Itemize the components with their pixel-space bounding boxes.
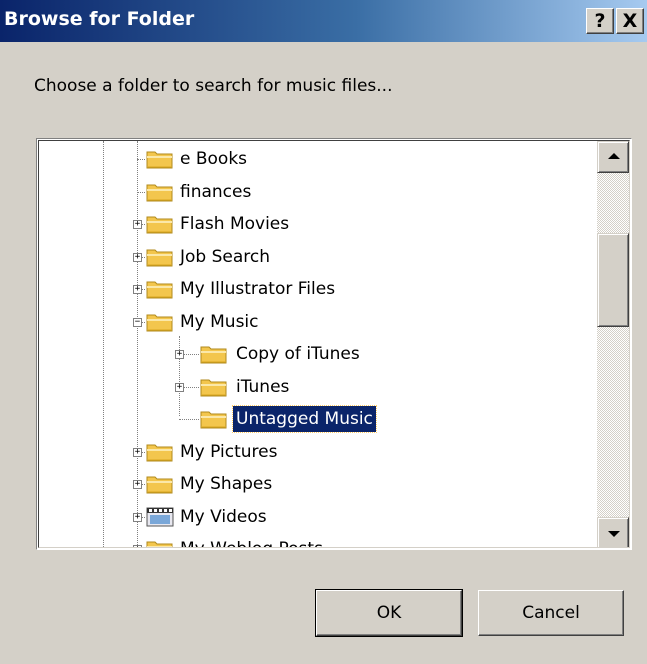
folder-icon (145, 148, 175, 170)
expand-icon[interactable]: + (133, 545, 142, 547)
folder-icon (145, 213, 175, 235)
cancel-button[interactable]: Cancel (478, 590, 624, 636)
expand-icon[interactable]: + (175, 382, 184, 392)
folder-tree[interactable]: e Books finances + Flash Movies + Job Search +… (36, 138, 632, 550)
tree-item-label[interactable]: My Shapes (177, 471, 275, 497)
scroll-down-button[interactable] (597, 517, 629, 547)
folder-icon (145, 538, 175, 547)
folder-icon (145, 473, 175, 495)
tree-guide-line (179, 336, 180, 416)
window-title: Browse for Folder (4, 8, 195, 30)
tree-items: e Books finances + Flash Movies + Job Search +… (39, 141, 589, 547)
expand-icon[interactable]: + (133, 512, 142, 522)
down-arrow-icon (608, 531, 620, 537)
expand-icon[interactable]: + (133, 480, 142, 489)
close-button[interactable]: X (616, 8, 644, 34)
tree-item-label[interactable]: e Books (177, 146, 250, 172)
tree-item-label[interactable]: My Illustrator Files (177, 276, 338, 302)
folder-icon (145, 181, 175, 203)
tree-connector-line (179, 419, 199, 420)
tree-item-label[interactable]: Job Search (177, 244, 273, 270)
vertical-scrollbar[interactable] (597, 141, 629, 547)
expand-icon[interactable]: + (133, 252, 142, 262)
help-button[interactable]: ? (586, 8, 614, 34)
folder-icon (145, 278, 175, 300)
title-bar[interactable]: Browse for Folder ? X (0, 0, 647, 42)
folder-open-icon (145, 311, 175, 333)
tree-item-label[interactable]: Flash Movies (177, 211, 292, 237)
tree-connector-line (137, 191, 145, 193)
folder-icon (145, 441, 175, 463)
up-arrow-icon (608, 153, 620, 159)
folder-icon (145, 246, 175, 268)
tree-item-label[interactable]: Copy of iTunes (233, 341, 363, 367)
video-folder-icon (145, 506, 175, 528)
tree-connector-line (137, 159, 145, 160)
tree-item-label[interactable]: My Videos (177, 504, 270, 530)
expand-icon[interactable]: + (133, 447, 142, 457)
ok-button[interactable]: OK (315, 589, 463, 637)
tree-item-label[interactable]: My Weblog Posts (177, 536, 326, 547)
instruction-text: Choose a folder to search for music file… (34, 76, 393, 96)
folder-icon (199, 376, 229, 398)
expand-icon[interactable]: + (175, 350, 184, 359)
tree-item-label[interactable]: iTunes (233, 374, 292, 400)
tree-item-label[interactable]: My Pictures (177, 439, 280, 465)
folder-icon (199, 408, 229, 430)
folder-tree-viewport: e Books finances + Flash Movies + Job Search +… (38, 140, 630, 548)
tree-guide-line (103, 141, 104, 547)
collapse-icon[interactable]: − (133, 317, 142, 327)
tree-item-label[interactable]: finances (177, 179, 254, 205)
folder-icon (199, 343, 229, 365)
expand-icon[interactable]: + (133, 285, 142, 294)
scroll-up-button[interactable] (597, 141, 629, 173)
tree-item-label-selected[interactable]: Untagged Music (232, 405, 377, 433)
scroll-thumb[interactable] (597, 233, 629, 327)
tree-item-label[interactable]: My Music (177, 309, 262, 335)
expand-icon[interactable]: + (133, 220, 142, 229)
